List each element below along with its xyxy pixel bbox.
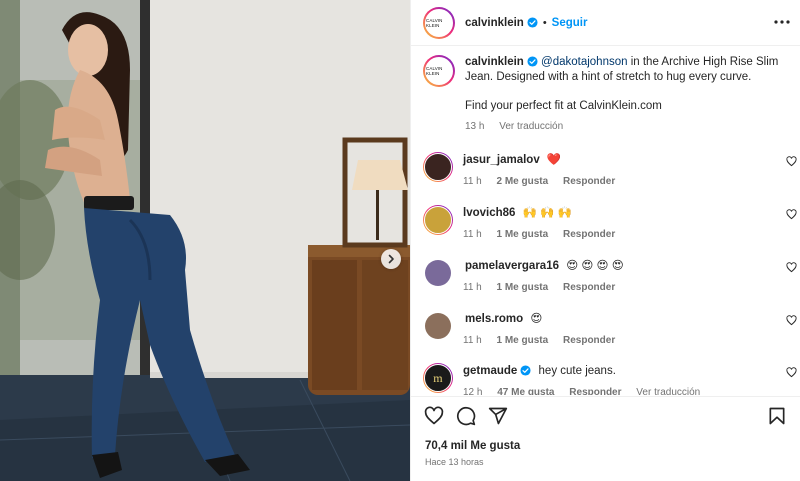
comment-time[interactable]: 11 h (463, 229, 482, 240)
avatar[interactable]: CALVIN KLEIN (423, 6, 455, 39)
separator-dot: • (542, 16, 547, 29)
comment-text: ❤️ (546, 154, 562, 166)
comment-text: 🙌 🙌 🙌 (522, 207, 572, 219)
more-options-icon[interactable] (773, 14, 791, 30)
comment-time[interactable]: 11 h (463, 282, 482, 293)
post-image[interactable] (0, 0, 410, 481)
caption-username[interactable]: calvinklein (465, 56, 524, 68)
header-username[interactable]: calvinklein (465, 17, 524, 29)
avatar[interactable] (423, 152, 453, 182)
avatar-photo (424, 153, 452, 181)
avatar[interactable] (425, 313, 451, 339)
heart-icon[interactable] (786, 156, 797, 167)
caption-time[interactable]: 13 h (465, 121, 484, 132)
avatar[interactable]: CALVIN KLEIN (423, 55, 455, 87)
caption-mention[interactable]: @dakotajohnson (541, 56, 628, 68)
comment-username[interactable]: jasur_jamalov (463, 154, 540, 166)
post-actions: 70,4 mil Me gusta Hace 13 horas (411, 396, 800, 481)
comment-translate[interactable]: Ver traducción (636, 387, 700, 395)
heart-icon[interactable] (786, 209, 797, 220)
comment-likes[interactable]: 1 Me gusta (497, 282, 549, 293)
comment-likes[interactable]: 2 Me gusta (497, 176, 549, 187)
comment-likes[interactable]: 1 Me gusta (497, 229, 549, 240)
comment-item: pamelavergara16 😍 😍 😍 😍 11 h 1 Me gusta … (423, 258, 800, 293)
comment-item: jasur_jamalov ❤️ 11 h 2 Me gusta Respond… (423, 152, 800, 187)
likes-count[interactable]: 70,4 mil Me gusta (425, 440, 520, 452)
verified-badge-icon (527, 17, 538, 28)
caption-text: calvinklein @dakotajohnson in the Archiv… (465, 55, 789, 134)
bookmark-icon[interactable] (767, 406, 787, 426)
verified-badge-icon (527, 56, 538, 67)
comment-username[interactable]: pamelavergara16 (465, 260, 559, 272)
post-photo (0, 0, 410, 481)
comment-username[interactable]: mels.romo (465, 313, 523, 325)
reply-button[interactable]: Responder (569, 387, 621, 395)
comment-icon[interactable] (456, 406, 476, 426)
avatar[interactable]: m (423, 363, 453, 393)
follow-button[interactable]: Seguir (552, 17, 588, 29)
avatar-photo (424, 206, 452, 234)
instagram-post: CALVIN KLEIN calvinklein • Seguir CALVIN… (0, 0, 800, 481)
verified-badge-icon (520, 365, 531, 376)
heart-icon[interactable] (786, 315, 797, 326)
reply-button[interactable]: Responder (563, 282, 615, 293)
comment-text: 😍 😍 😍 😍 (566, 260, 624, 272)
post-header: CALVIN KLEIN calvinklein • Seguir (411, 0, 800, 46)
avatar[interactable] (425, 260, 451, 286)
comment-time[interactable]: 11 h (463, 335, 482, 346)
next-image-button[interactable] (381, 249, 401, 269)
heart-icon[interactable] (424, 406, 444, 426)
comment-likes[interactable]: 47 Me gusta (497, 387, 554, 395)
comment-time[interactable]: 12 h (463, 387, 482, 395)
comment-item: lvovich86 🙌 🙌 🙌 11 h 1 Me gusta Responde… (423, 205, 800, 240)
heart-icon[interactable] (786, 262, 797, 273)
reply-button[interactable]: Responder (563, 176, 615, 187)
share-icon[interactable] (488, 406, 508, 426)
comment-likes[interactable]: 1 Me gusta (497, 335, 549, 346)
comment-username[interactable]: getmaude (463, 365, 517, 377)
comment-item: mels.romo 😍 11 h 1 Me gusta Responder (423, 311, 800, 346)
comment-text: hey cute jeans. (538, 365, 616, 377)
comment-text: 😍 (530, 313, 543, 325)
reply-button[interactable]: Responder (563, 229, 615, 240)
comments-list[interactable]: CALVIN KLEIN calvinklein @dakotajohnson … (411, 47, 800, 395)
post-side-panel: CALVIN KLEIN calvinklein • Seguir CALVIN… (410, 0, 800, 481)
comment-username[interactable]: lvovich86 (463, 207, 515, 219)
comment-time[interactable]: 11 h (463, 176, 482, 187)
chevron-right-icon (388, 254, 394, 264)
post-caption: CALVIN KLEIN calvinklein @dakotajohnson … (423, 55, 789, 134)
heart-icon[interactable] (786, 367, 797, 378)
comment-item: m getmaude hey cute jeans. 12 h 47 Me gu… (423, 363, 800, 395)
avatar-logo: CALVIN KLEIN (425, 57, 453, 85)
post-timestamp[interactable]: Hace 13 horas (425, 457, 484, 467)
avatar[interactable] (423, 205, 453, 235)
caption-translate[interactable]: Ver traducción (499, 121, 563, 132)
caption-link-line: Find your perfect fit at CalvinKlein.com (465, 100, 662, 112)
avatar-logo: m (424, 364, 452, 392)
reply-button[interactable]: Responder (563, 335, 615, 346)
avatar-logo: CALVIN KLEIN (425, 8, 453, 37)
